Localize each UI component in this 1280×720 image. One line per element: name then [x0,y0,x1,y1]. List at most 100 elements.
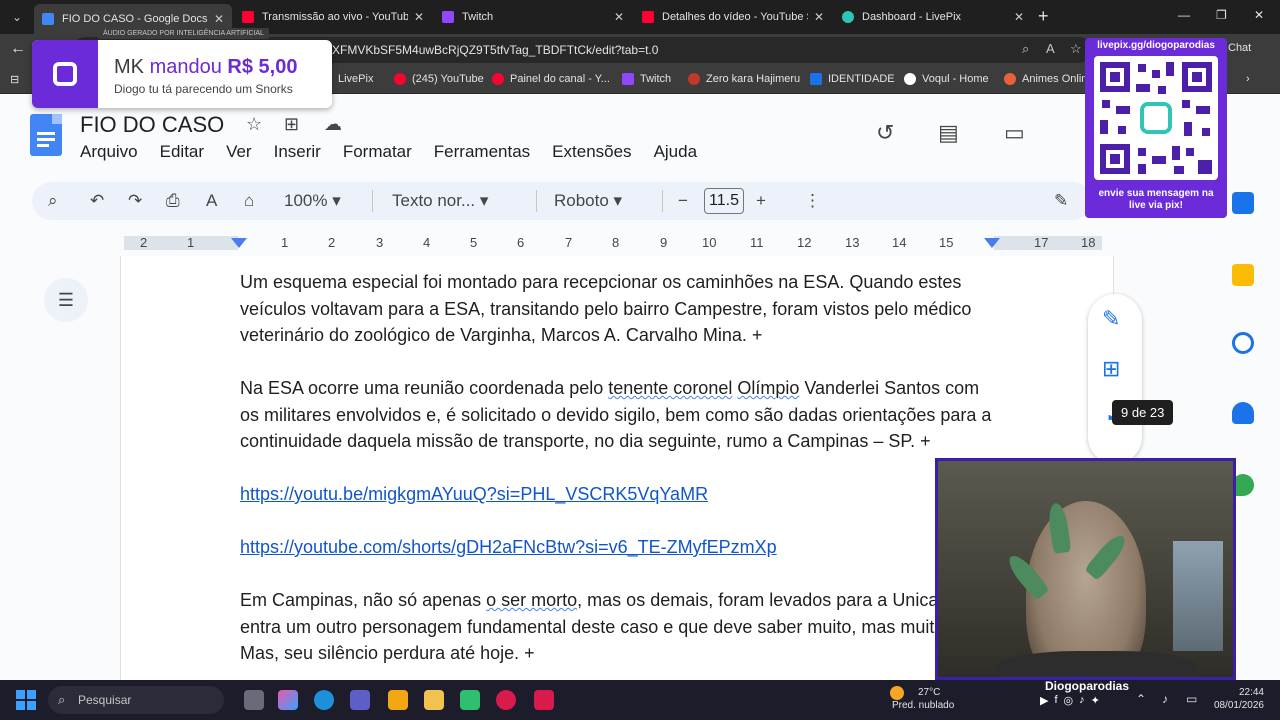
app-icon[interactable] [460,690,480,710]
file-explorer-icon[interactable] [424,690,444,710]
menu-ver[interactable]: Ver [226,142,252,162]
windows-start-icon[interactable] [16,690,36,710]
redo-icon[interactable]: ↷ [128,191,142,211]
tab-title: Detalhes do vídeo - YouTube Studio [662,11,808,23]
print-icon[interactable]: ⎙ [166,191,180,211]
battery-icon[interactable]: ▭ [1186,692,1197,706]
youtube-shorts-link[interactable]: https://youtube.com/shorts/gDH2aFNcBtw?s… [240,537,777,557]
bookmark-zero-kara[interactable]: Zero kara Hajimeru [688,73,800,85]
bookmark-star-icon[interactable]: ☆ [1070,41,1082,57]
menu-editar[interactable]: Editar [160,142,204,162]
left-indent-marker[interactable] [231,238,247,248]
tab-youtube-studio-details[interactable]: Detalhes do vídeo - YouTube Studio ✕ [634,4,832,30]
close-tab-icon[interactable]: ✕ [1014,10,1024,24]
tab-search-icon[interactable]: ⌄ [6,6,28,28]
menu-arquivo[interactable]: Arquivo [80,142,138,162]
star-icon[interactable]: ☆ [246,114,262,135]
menu-extensoes[interactable]: Extensões [552,142,631,162]
floating-actions: ✎ ⊞ ◔ [1088,294,1142,464]
increase-font-size-icon[interactable]: + [756,191,766,211]
menu-ferramentas[interactable]: Ferramentas [434,142,530,162]
tab-livepix-dashboard[interactable]: Dashboard - LivePix ✕ [834,4,1032,30]
help-me-write-icon[interactable]: ✎ [1102,306,1120,332]
bookmark-painel-canal[interactable]: Painel do canal - Y... [492,73,610,85]
right-indent-marker[interactable] [984,238,1000,248]
clock[interactable]: 22:44 08/01/2026 [1212,686,1264,712]
decrease-font-size-icon[interactable]: − [678,191,688,211]
search-menus-icon[interactable]: ⌕ [48,191,58,211]
bookmarks-apps-icon[interactable]: ⊟ [10,73,19,86]
spelling-flag[interactable]: Olímpio [737,378,799,398]
editing-mode-pencil-icon[interactable]: ✎ [1054,191,1068,211]
menu-ajuda[interactable]: Ajuda [654,142,697,162]
edge-icon[interactable] [314,690,334,710]
translate-icon[interactable]: A [1046,41,1055,56]
spelling-flag[interactable]: o ser morto [486,590,577,610]
paint-format-icon[interactable]: ⌂ [244,191,254,211]
cloud-saved-icon[interactable]: ☁ [324,114,342,135]
donation-headline: MK mandou R$ 5,00 [114,56,298,78]
tab-twitch[interactable]: Twitch ✕ [434,4,632,30]
close-tab-icon[interactable]: ✕ [814,10,824,24]
document-body[interactable]: Um esquema especial foi montado para rec… [240,269,1000,693]
tab-youtube-studio-live[interactable]: Transmissão ao vivo - YouTube Studio ✕ [234,4,432,30]
network-icon[interactable]: ⌃ [1136,692,1146,706]
menu-bar: Arquivo Editar Ver Inserir Formatar Ferr… [80,142,719,162]
document-outline-icon[interactable]: ☰ [44,278,88,322]
obs-icon[interactable] [496,690,516,710]
document-title[interactable]: FIO DO CASO [80,112,224,138]
ruler[interactable]: 2 1 1 2 3 4 5 6 7 8 9 10 11 12 13 14 15 … [0,232,1120,254]
bookmark-identidade[interactable]: IDENTIDADE [810,73,895,85]
search-icon: ⌕ [58,692,66,707]
bookmark-animes-online[interactable]: Animes Online [1004,73,1094,85]
paragraph-style-select[interactable]: Texto nor... ▾ [392,191,488,211]
teams-icon[interactable] [350,690,370,710]
tasks-icon[interactable] [1232,332,1254,354]
menu-formatar[interactable]: Formatar [343,142,412,162]
chat-button[interactable]: Chat [1228,42,1251,54]
close-tab-icon[interactable]: ✕ [614,10,624,24]
weather-widget[interactable]: 27°C Pred. nublado [890,686,954,712]
minimize-icon[interactable]: — [1178,8,1190,22]
task-view-icon[interactable] [244,690,264,710]
spelling-flag[interactable]: tenente coronel [608,378,732,398]
contacts-icon[interactable] [1232,402,1254,424]
font-size-input[interactable]: 11.5 [704,188,744,214]
version-history-icon[interactable]: ↺ [876,120,894,146]
youtube-link[interactable]: https://youtu.be/migkgmAYuuQ?si=PHL_VSCR… [240,484,708,504]
calendar-icon[interactable] [1232,192,1254,214]
font-select[interactable]: Roboto ▾ [554,191,622,211]
restore-icon[interactable]: ❐ [1216,8,1227,22]
bookmark-twitch[interactable]: Twitch [622,73,671,85]
zoom-icon[interactable]: ⌕ [1022,41,1029,57]
undo-icon[interactable]: ↶ [90,191,104,211]
more-bookmarks-icon[interactable]: › [1246,73,1250,85]
copilot-icon[interactable] [278,690,298,710]
close-tab-icon[interactable]: ✕ [214,12,224,26]
youtube-icon [642,11,654,23]
weather-icon [890,686,904,700]
google-docs-logo[interactable] [30,114,62,156]
store-icon[interactable] [388,690,408,710]
bookmark-livepix[interactable]: LivePix [338,73,373,85]
bookmark-voqul[interactable]: Voqul - Home [904,73,989,85]
app-icon[interactable] [534,690,554,710]
new-tab-button[interactable]: + [1038,6,1049,27]
taskbar-search[interactable]: ⌕ Pesquisar [48,686,224,714]
back-icon[interactable]: ← [10,40,26,58]
donation-message: Diogo tu tá parecendo um Snorks [114,82,293,96]
meet-camera-icon[interactable]: ▭ [1004,120,1025,146]
close-tab-icon[interactable]: ✕ [414,10,424,24]
volume-icon[interactable]: ♪ [1162,692,1168,706]
menu-inserir[interactable]: Inserir [274,142,321,162]
keep-icon[interactable] [1232,264,1254,286]
close-window-icon[interactable]: ✕ [1254,8,1264,22]
zoom-select[interactable]: 100% ▾ [284,191,341,211]
spellcheck-icon[interactable]: A [206,191,217,211]
comments-icon[interactable]: ▤ [938,120,959,146]
livepix-url: livepix.gg/diogoparodias [1097,40,1215,51]
move-folder-icon[interactable]: ⊞ [284,114,299,135]
bookmark-youtube[interactable]: (245) YouTube [394,73,484,85]
more-options-icon[interactable]: ⋮ [804,191,821,211]
add-comment-icon[interactable]: ⊞ [1102,356,1120,382]
